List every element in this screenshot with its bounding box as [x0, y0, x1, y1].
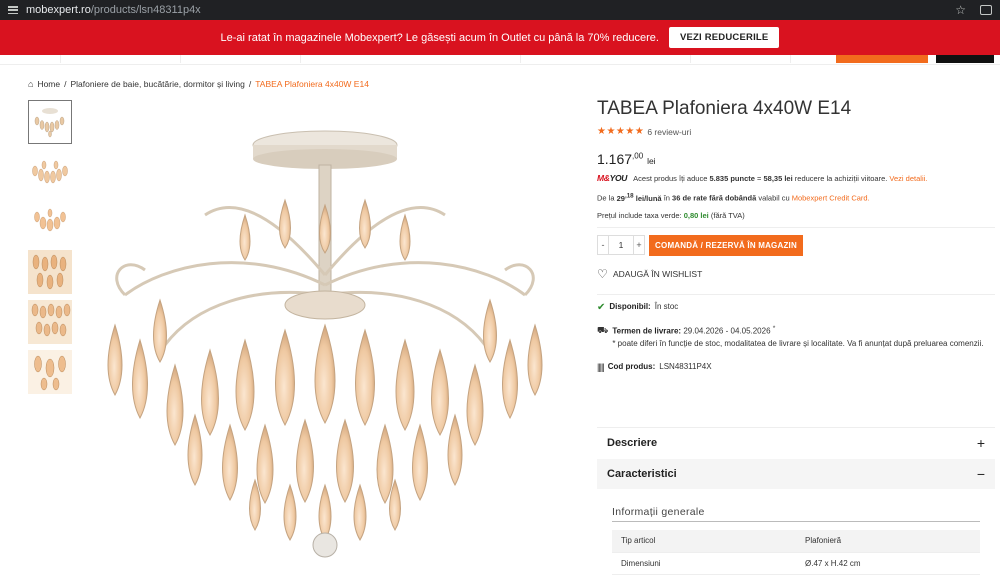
- nav-dark-button[interactable]: [936, 55, 994, 63]
- accordion-description[interactable]: Descriere +: [597, 427, 995, 457]
- thumbnail-gallery: [28, 100, 72, 400]
- accordion-description-title: Descriere: [607, 436, 658, 449]
- price-decimals: ,00: [632, 151, 644, 161]
- product-code: ||||| Cod produs: LSN48311P4X: [597, 362, 995, 372]
- accordion-characteristics-title: Caracteristici: [607, 468, 677, 480]
- plus-icon: +: [976, 434, 985, 451]
- spec-value: Ø.47 x H.42 cm: [796, 552, 980, 575]
- availability-value: În stoc: [654, 301, 679, 311]
- thumbnail[interactable]: [28, 300, 72, 344]
- spec-label: Dimensiuni: [612, 552, 796, 575]
- thumbnail[interactable]: [28, 250, 72, 294]
- nav-orange-button[interactable]: [836, 55, 928, 63]
- product-code-value: LSN48311P4X: [659, 361, 712, 371]
- delivery-note: * poate diferi în funcție de stoc, modal…: [612, 339, 984, 349]
- spec-value: Plafonieră: [796, 530, 980, 553]
- price: 1.167,00 lei: [597, 151, 995, 167]
- barcode-icon: |||||: [597, 361, 605, 372]
- check-icon: ✔: [597, 301, 606, 313]
- qty-minus-button[interactable]: -: [597, 235, 609, 255]
- thumbnail[interactable]: [28, 350, 72, 394]
- breadcrumb-current: TABEA Plafoniera 4x40W E14: [255, 79, 369, 89]
- specs-table: Tip articol Plafonieră Dimensiuni Ø.47 x…: [612, 530, 980, 575]
- breadcrumb-category[interactable]: Plafoniere de baie, bucătărie, dormitor …: [71, 79, 245, 89]
- divider: [597, 226, 995, 228]
- specs-heading: Informații generale: [612, 506, 980, 522]
- heart-icon: ♡: [597, 266, 608, 281]
- star-bookmark-icon[interactable]: ☆: [955, 3, 966, 17]
- product-title: TABEA Plafoniera 4x40W E14: [597, 98, 852, 119]
- qty-plus-button[interactable]: +: [633, 235, 645, 255]
- thumbnail[interactable]: [28, 200, 72, 244]
- loyalty-details-link[interactable]: Vezi detalii.: [889, 174, 927, 183]
- url-field[interactable]: mobexpert.ro/products/lsn48311p4x: [26, 4, 201, 16]
- availability: ✔ Disponibil: În stoc: [597, 302, 995, 313]
- delivery-label: Termen de livrare:: [612, 326, 682, 336]
- tune-icon[interactable]: [8, 6, 18, 14]
- url-host: mobexpert.ro: [26, 4, 91, 16]
- home-icon[interactable]: ⌂: [28, 79, 33, 89]
- promo-text: Le-ai ratat în magazinele Mobexpert? Le …: [220, 31, 659, 44]
- main-nav: [0, 55, 1000, 65]
- credit-card-link[interactable]: Mobexpert Credit Card.: [792, 194, 870, 203]
- wishlist-label: ADAUGĂ ÎN WISHLIST: [613, 268, 703, 279]
- extension-icon[interactable]: [980, 5, 992, 15]
- price-currency: lei: [647, 156, 656, 166]
- breadcrumb: ⌂ Home / Plafoniere de baie, bucătărie, …: [28, 79, 369, 89]
- url-path: /products/lsn48311p4x: [90, 4, 201, 16]
- breadcrumb-separator: /: [248, 79, 252, 89]
- thumbnail[interactable]: [28, 100, 72, 144]
- star-rating-icon: ★★★★★: [597, 126, 645, 137]
- accordion-characteristics[interactable]: Caracteristici −: [597, 459, 995, 489]
- divider: [597, 293, 995, 295]
- product-main-image[interactable]: [95, 125, 575, 565]
- promo-button[interactable]: VEZI REDUCERILE: [668, 27, 780, 48]
- table-row: Tip articol Plafonieră: [612, 530, 980, 553]
- green-tax-info: Prețul include taxa verde: 0,80 lei (făr…: [597, 210, 745, 220]
- wishlist-button[interactable]: ♡ ADAUGĂ ÎN WISHLIST: [597, 268, 995, 280]
- thumbnail[interactable]: [28, 150, 72, 194]
- spec-label: Tip articol: [612, 530, 796, 553]
- credit-info: De la 29,18 lei/lună în 36 de rate fără …: [597, 192, 870, 203]
- truck-icon: ⛟: [597, 324, 609, 335]
- table-row: Dimensiuni Ø.47 x H.42 cm: [612, 552, 980, 575]
- review-count[interactable]: 6 review-uri: [647, 127, 691, 137]
- product-info: TABEA Plafoniera 4x40W E14 ★★★★★ 6 revie…: [597, 98, 995, 372]
- loyalty-text: Acest produs îți aduce 5.835 puncte = 58…: [633, 173, 928, 183]
- delivery-value: 29.04.2026 - 04.05.2026: [683, 326, 771, 336]
- loyalty-info: M&YOU Acest produs îți aduce 5.835 punct…: [597, 173, 995, 183]
- order-button[interactable]: COMANDĂ / REZERVĂ ÎN MAGAZIN: [649, 234, 803, 256]
- promo-banner: Le-ai ratat în magazinele Mobexpert? Le …: [0, 20, 1000, 55]
- availability-label: Disponibil:: [609, 301, 651, 311]
- breadcrumb-home[interactable]: Home: [37, 79, 60, 89]
- delivery: ⛟ Termen de livrare: 29.04.2026 - 04.05.…: [597, 325, 995, 350]
- product-code-label: Cod produs:: [607, 361, 656, 371]
- qty-input[interactable]: 1: [609, 235, 633, 255]
- price-main: 1.167: [597, 151, 633, 167]
- browser-address-bar: mobexpert.ro/products/lsn48311p4x ☆: [0, 0, 1000, 20]
- delivery-star: *: [772, 324, 776, 332]
- rating[interactable]: ★★★★★ 6 review-uri: [597, 126, 995, 137]
- breadcrumb-separator: /: [64, 79, 67, 89]
- minus-icon: −: [976, 466, 985, 482]
- loyalty-logo: M&YOU: [597, 173, 628, 183]
- buy-row: - 1 + COMANDĂ / REZERVĂ ÎN MAGAZIN: [597, 234, 995, 256]
